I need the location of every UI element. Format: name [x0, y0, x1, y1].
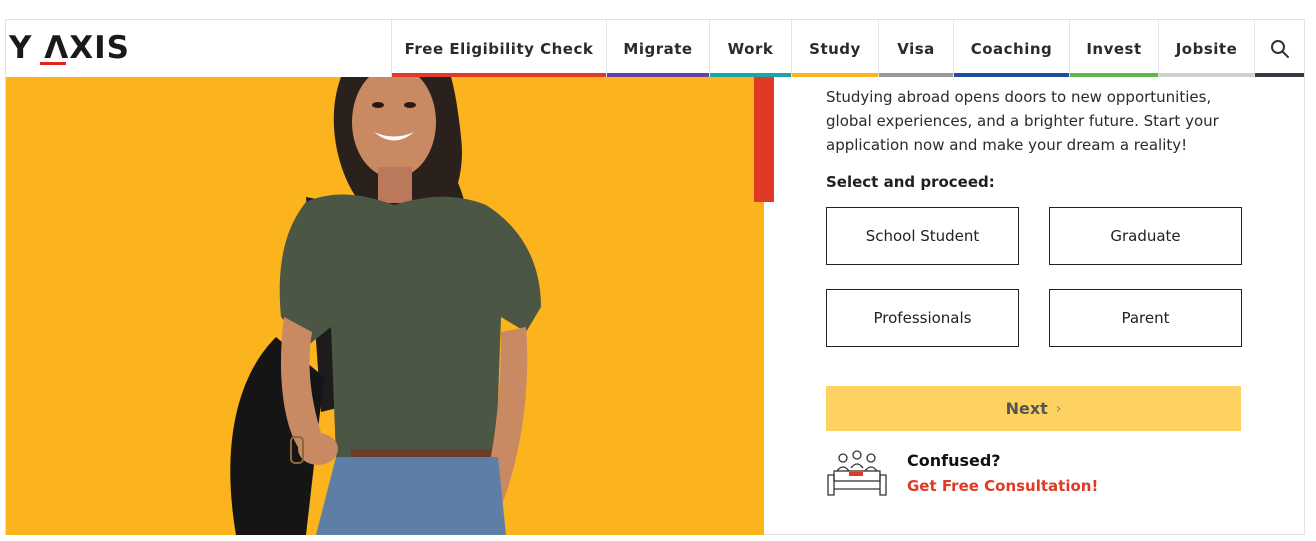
study-selector-panel: Studying abroad opens doors to new oppor… — [826, 85, 1246, 499]
page-frame: Y ΛXIS Free Eligibility Check Migrate Wo… — [5, 19, 1305, 535]
main-nav: Free Eligibility Check Migrate Work Stud… — [391, 20, 1304, 77]
profile-options: School Student Graduate Professionals Pa… — [826, 207, 1246, 347]
nav-label: Free Eligibility Check — [404, 39, 594, 58]
search-icon — [1270, 39, 1289, 58]
nav-label: Visa — [897, 39, 935, 58]
option-graduate[interactable]: Graduate — [1049, 207, 1242, 265]
nav-item-visa[interactable]: Visa — [878, 20, 953, 77]
consultation-block: Confused? Get Free Consultation! — [826, 449, 1246, 499]
logo-accent-underline — [40, 62, 66, 65]
nav-item-coaching[interactable]: Coaching — [953, 20, 1069, 77]
nav-color-bar — [792, 73, 878, 77]
nav-label: Work — [727, 39, 774, 58]
nav-label: Jobsite — [1175, 39, 1238, 58]
next-button[interactable]: Next › — [826, 386, 1241, 431]
nav-item-study[interactable]: Study — [791, 20, 878, 77]
nav-item-free-eligibility-check[interactable]: Free Eligibility Check — [391, 20, 606, 77]
nav-item-work[interactable]: Work — [709, 20, 791, 77]
option-professionals[interactable]: Professionals — [826, 289, 1019, 347]
logo-text: Y ΛXIS — [9, 30, 130, 66]
nav-label: Study — [809, 39, 861, 58]
option-school-student[interactable]: School Student — [826, 207, 1019, 265]
free-consultation-link[interactable]: Get Free Consultation! — [907, 477, 1098, 495]
nav-color-bar — [1255, 73, 1304, 77]
select-proceed-label: Select and proceed: — [826, 173, 995, 191]
nav-color-bar — [879, 73, 953, 77]
hero-image — [6, 77, 764, 535]
confused-title: Confused? — [907, 451, 1001, 470]
consultation-icon — [827, 450, 887, 496]
site-header: Y ΛXIS Free Eligibility Check Migrate Wo… — [6, 20, 1304, 77]
intro-text: Studying abroad opens doors to new oppor… — [826, 88, 1219, 154]
option-parent[interactable]: Parent — [1049, 289, 1242, 347]
nav-item-migrate[interactable]: Migrate — [606, 20, 709, 77]
nav-item-invest[interactable]: Invest — [1069, 20, 1158, 77]
accent-strip — [754, 77, 774, 202]
yaxis-logo[interactable]: Y ΛXIS — [9, 28, 130, 68]
nav-color-bar — [1159, 73, 1254, 77]
nav-label: Migrate — [623, 39, 693, 58]
nav-color-bar — [954, 73, 1069, 77]
nav-color-bar — [1070, 73, 1158, 77]
nav-item-jobsite[interactable]: Jobsite — [1158, 20, 1254, 77]
next-label: Next — [1005, 399, 1048, 418]
nav-label: Invest — [1086, 39, 1142, 58]
search-button[interactable] — [1254, 20, 1304, 77]
chevron-right-icon: › — [1055, 400, 1062, 417]
nav-label: Coaching — [970, 39, 1053, 58]
student-photo — [230, 77, 541, 535]
